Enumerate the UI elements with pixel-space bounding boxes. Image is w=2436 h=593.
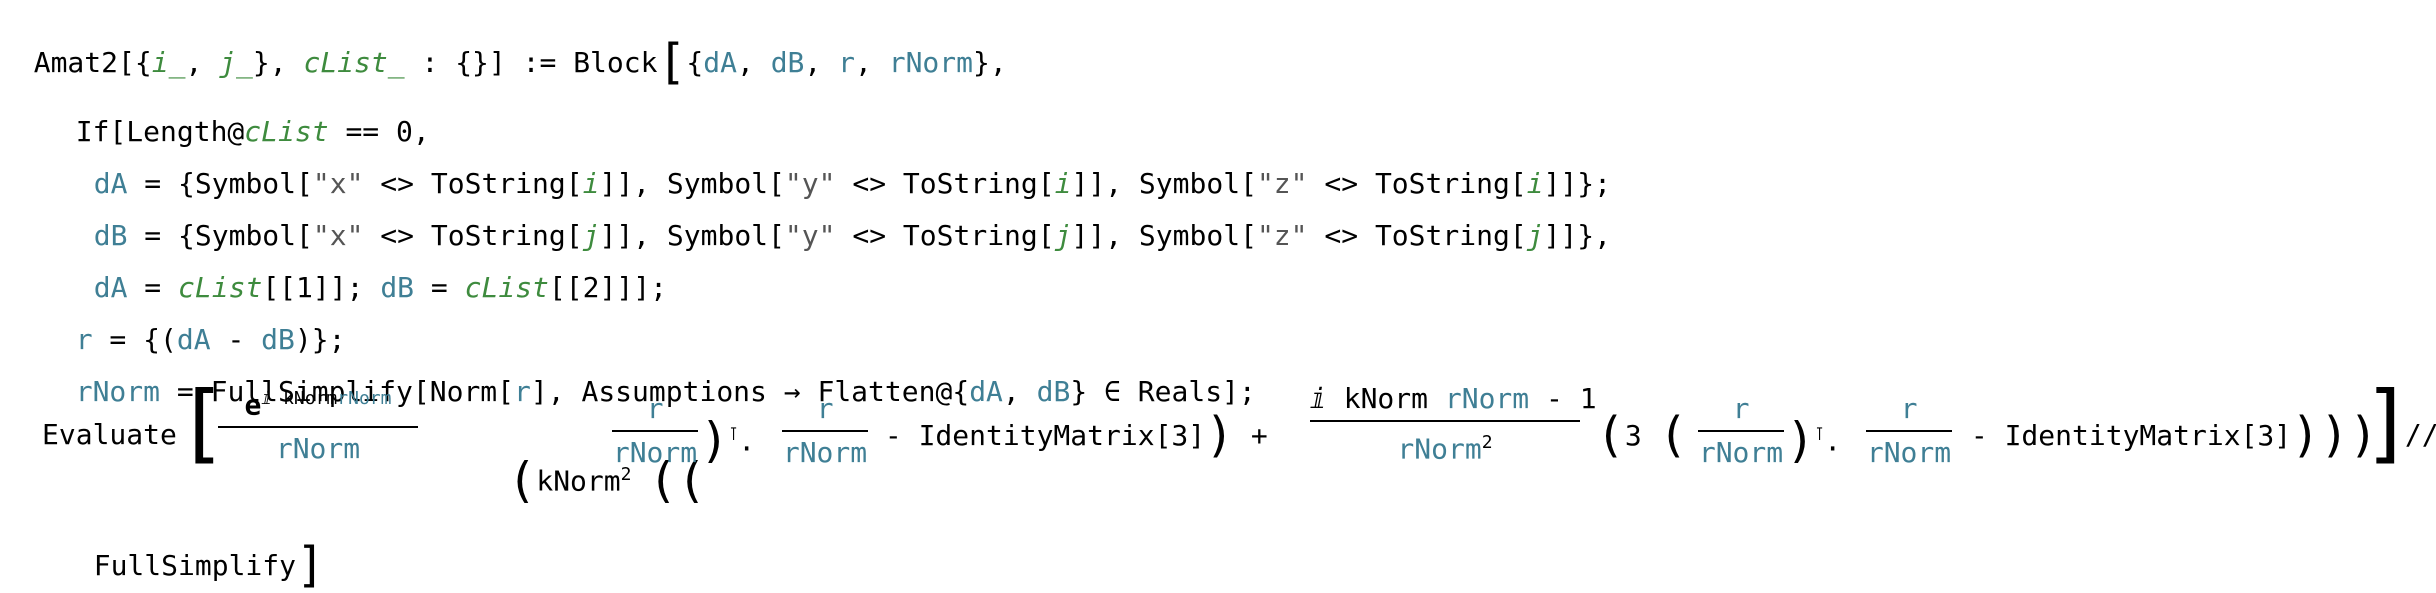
code-text: - IdentityMatrix[3] bbox=[868, 419, 1206, 452]
denominator: rNorm bbox=[612, 436, 698, 469]
exponent-2: 2 bbox=[1481, 432, 1493, 453]
local-var: rNorm bbox=[1444, 382, 1530, 415]
param-j: j bbox=[1526, 219, 1544, 252]
exp-sup: ⅈ kNorm bbox=[261, 388, 338, 409]
paren: ) bbox=[700, 412, 729, 469]
local-var: dB bbox=[770, 46, 805, 79]
paren: ))) bbox=[2291, 407, 2378, 463]
local-var: dA bbox=[969, 375, 1003, 408]
paren: ( bbox=[1596, 407, 1625, 463]
local-var: rNorm bbox=[888, 46, 974, 79]
code-text: // bbox=[2388, 418, 2436, 451]
open-bracket: [ bbox=[188, 373, 222, 473]
exp-denominator: rNorm bbox=[275, 432, 361, 466]
transpose-dot-1: )⊺. bbox=[700, 415, 756, 464]
exp-e: e bbox=[244, 388, 262, 422]
transpose-dot-2: )⊺. bbox=[1786, 415, 1842, 464]
code-text: - 1 bbox=[1529, 382, 1597, 415]
exp-sup-rnorm: rNorm bbox=[337, 388, 392, 409]
transpose: ⊺ bbox=[728, 424, 739, 445]
evaluate-label: Evaluate bbox=[42, 415, 177, 455]
numerator: ⅈ kNorm rNorm - 1 bbox=[1310, 380, 1597, 418]
exp-fraction: eⅈ kNormrNorm rNorm bbox=[218, 380, 418, 468]
code-text: [[2]]]; bbox=[548, 271, 667, 304]
code-text: - IdentityMatrix[3] bbox=[1954, 419, 2292, 452]
denominator: rNorm2 bbox=[1310, 424, 1580, 468]
punct: { bbox=[686, 46, 704, 79]
local-var: dB bbox=[1036, 375, 1071, 408]
numerator: r bbox=[1732, 392, 1750, 425]
second-fraction: ⅈ kNorm rNorm - 1 rNorm2 bbox=[1310, 380, 1597, 468]
param-j: j bbox=[1054, 219, 1072, 252]
denominator: rNorm bbox=[1866, 436, 1952, 469]
code-text: <> ToString[ bbox=[1307, 219, 1527, 252]
local-var: rNorm bbox=[75, 375, 161, 408]
paren: ( bbox=[1658, 407, 1688, 463]
three-term: (3 ( bbox=[1596, 411, 1688, 459]
code-text: ], Assumptions → Flatten@{ bbox=[530, 375, 970, 408]
identity-term-1: - IdentityMatrix[3]) + bbox=[868, 411, 1285, 459]
denominator: rNorm bbox=[782, 436, 868, 469]
local-var: r bbox=[838, 46, 855, 79]
r-over-rnorm-3: r rNorm bbox=[1698, 390, 1784, 472]
param-clist: cList bbox=[464, 271, 549, 304]
fraction-bar bbox=[1310, 420, 1580, 422]
code-text: = bbox=[414, 271, 465, 304]
code-text: ⅈ kNorm bbox=[1310, 382, 1445, 415]
transpose: ⊺ bbox=[1814, 424, 1825, 445]
local-var: r bbox=[514, 375, 531, 408]
code-text: ]]}, bbox=[1543, 219, 1611, 252]
code-line-9: FullSimplify] bbox=[60, 505, 325, 589]
dot: . bbox=[1824, 424, 1842, 458]
numerator: r bbox=[816, 392, 834, 425]
fraction-bar bbox=[218, 426, 418, 429]
r-over-rnorm-4: r rNorm bbox=[1866, 390, 1952, 472]
postfix: // bbox=[2388, 415, 2436, 455]
fraction-bar bbox=[612, 430, 698, 432]
fraction-bar bbox=[1698, 430, 1784, 432]
fraction-bar bbox=[1866, 430, 1952, 432]
code-text: kNorm bbox=[536, 464, 621, 498]
code-line-1: Amat2[{i_, j_}, cList_ : {}] := Block[{d… bbox=[33, 34, 1007, 90]
identity-term-2: - IdentityMatrix[3]))) bbox=[1954, 411, 2378, 459]
code-text: } ∈ Reals]; bbox=[1070, 375, 1256, 408]
paren: ) bbox=[1205, 407, 1235, 463]
code-text: <> ToString[ bbox=[835, 219, 1055, 252]
block-bracket: [ bbox=[657, 34, 687, 90]
paren: ) bbox=[1786, 412, 1815, 469]
r-over-rnorm-1: r rNorm bbox=[612, 390, 698, 472]
code-text: Evaluate bbox=[42, 418, 177, 451]
string-literal: "z" bbox=[1256, 219, 1308, 252]
denominator: rNorm bbox=[1698, 436, 1784, 469]
code-text: FullSimplify bbox=[93, 549, 297, 582]
plus: + bbox=[1234, 419, 1285, 452]
r-over-rnorm-2: r rNorm bbox=[782, 390, 868, 472]
three: 3 bbox=[1624, 419, 1642, 452]
fraction-bar bbox=[782, 430, 868, 432]
numerator: r bbox=[646, 392, 664, 425]
block-close-bracket: ] bbox=[296, 537, 325, 593]
block-keyword: : {}] := Block bbox=[404, 46, 658, 79]
local-var: dA bbox=[703, 46, 737, 79]
local-var: dB bbox=[380, 271, 415, 304]
code-text: ]], Symbol[ bbox=[1071, 219, 1257, 252]
den-text: rNorm bbox=[1397, 432, 1482, 466]
code-text: , bbox=[1002, 375, 1037, 408]
paren: ( bbox=[507, 452, 537, 509]
exp-numerator: eⅈ kNormrNorm bbox=[218, 380, 418, 424]
dot: . bbox=[738, 424, 756, 458]
string-literal: "y" bbox=[784, 219, 836, 252]
numerator: r bbox=[1900, 392, 1918, 425]
punct: }, bbox=[973, 46, 1007, 79]
